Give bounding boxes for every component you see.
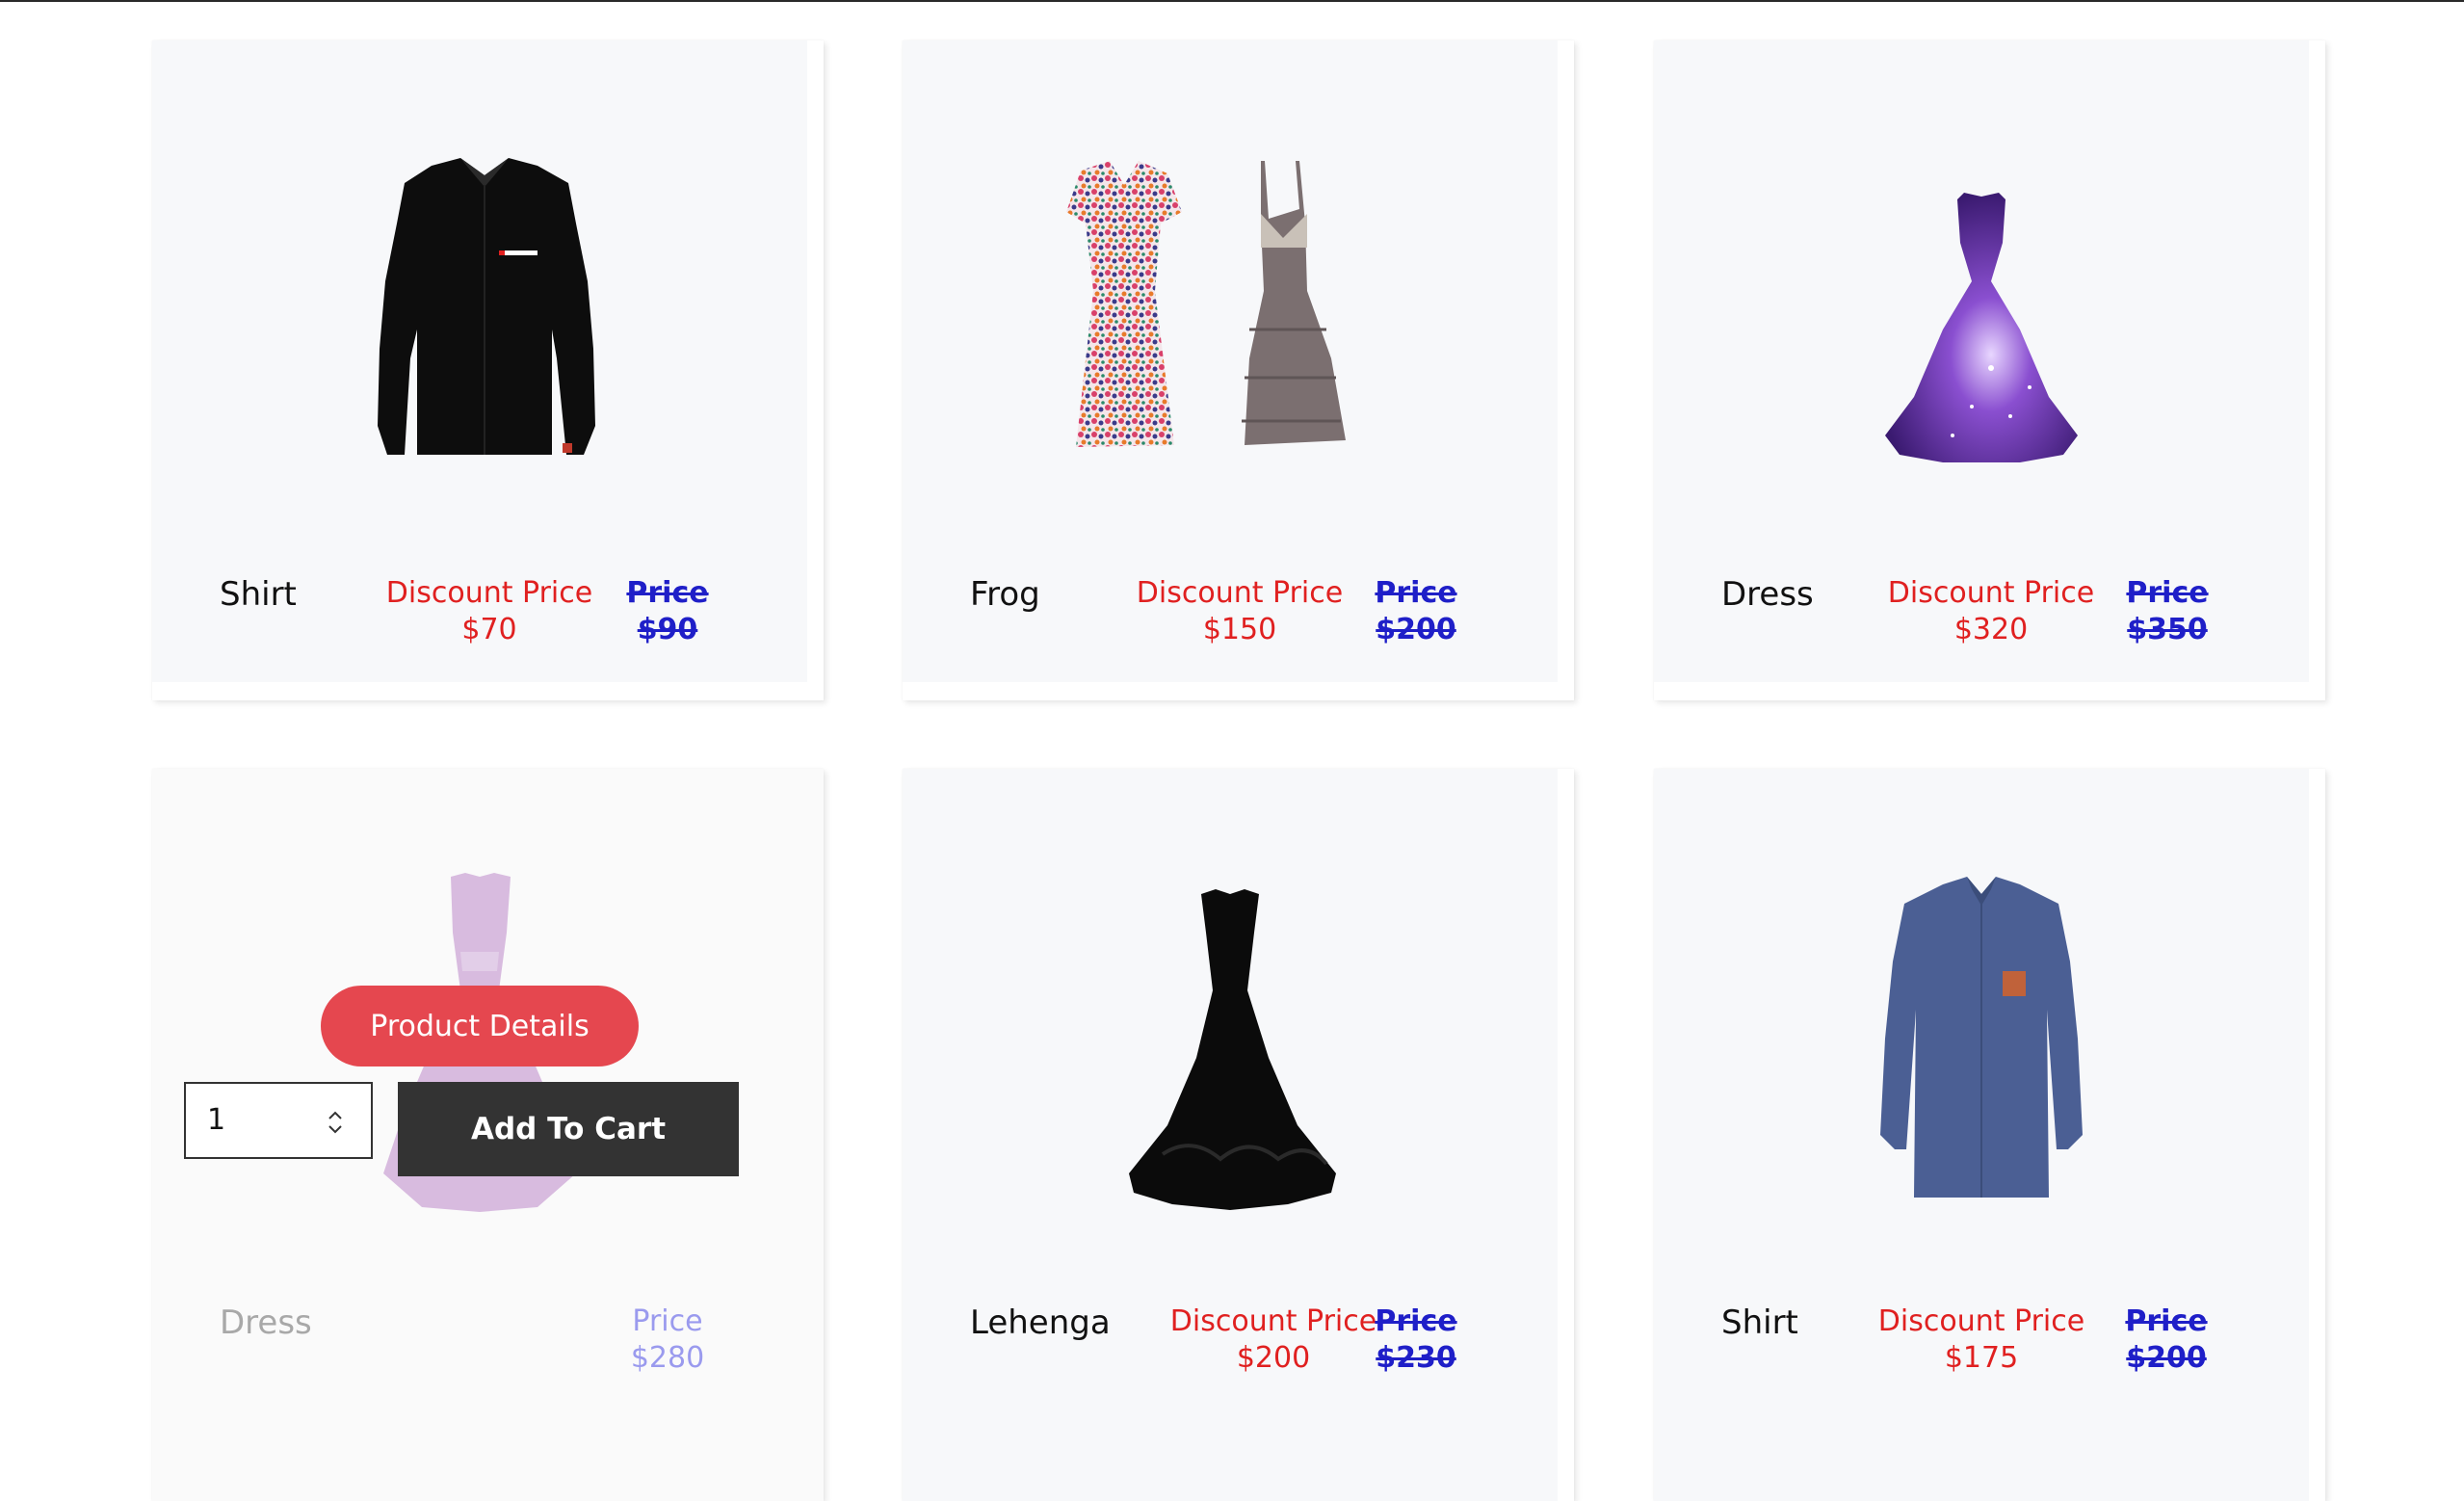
two-dresses-image[interactable] [903, 40, 1558, 541]
spinner-arrows-icon[interactable] [325, 1107, 346, 1138]
quantity-value: 1 [207, 1103, 226, 1137]
discount-price-block: Discount Price $150 [1114, 575, 1365, 648]
discount-price-label: Discount Price [385, 576, 593, 610]
product-name: Dress [1721, 575, 1814, 614]
add-to-cart-button[interactable]: Add To Cart [398, 1082, 739, 1176]
product-card-body: Shirt Discount Price $70 Price $90 [152, 40, 807, 682]
discount-price-block: Discount Price $70 [364, 575, 615, 648]
price-block: Price $280 [590, 1304, 745, 1377]
product-card-body: Dress Discount Price $320 Price $350 [1654, 40, 2309, 682]
original-price-block: Price $200 [2089, 1304, 2243, 1377]
price-label: Price [2126, 576, 2209, 610]
discount-price-label: Discount Price [1877, 1304, 2085, 1338]
product-card-body: Product Details 1 Add To Cart Dress Pric… [152, 769, 824, 1501]
product-name: Shirt [1721, 1304, 1798, 1342]
price-label: Price [1375, 576, 1457, 610]
product-card-body: Lehenga Discount Price $200 Price $230 [903, 769, 1558, 1501]
product-card[interactable]: Shirt Discount Price $175 Price $200 [1654, 769, 2325, 1501]
original-price-block: Price $350 [2090, 575, 2244, 648]
price-label: Price [632, 1304, 703, 1338]
quantity-stepper[interactable]: 1 [184, 1082, 373, 1159]
product-card[interactable]: Shirt Discount Price $70 Price $90 [152, 40, 824, 700]
price-value: $230 [1376, 1341, 1456, 1375]
price-label: Price [1375, 1304, 1457, 1338]
price-value: $90 [637, 613, 698, 646]
discount-price-value: $70 [461, 613, 517, 646]
original-price-block: Price $90 [590, 575, 745, 648]
discount-price-value: $175 [1944, 1341, 2019, 1375]
product-details-button[interactable]: Product Details [321, 986, 639, 1066]
product-card-body: Frog Discount Price $150 Price $200 [903, 40, 1558, 682]
discount-price-label: Discount Price [1136, 576, 1344, 610]
price-value: $200 [2126, 1341, 2207, 1375]
product-card[interactable]: Product Details 1 Add To Cart Dress Pric… [152, 769, 824, 1501]
product-name: Dress [220, 1304, 312, 1342]
price-label: Price [626, 576, 709, 610]
discount-price-block: Discount Price $320 [1866, 575, 2116, 648]
price-value: $200 [1376, 613, 1456, 646]
product-name: Shirt [220, 575, 297, 614]
product-card[interactable]: Dress Discount Price $320 Price $350 [1654, 40, 2325, 700]
black-shirt-image[interactable] [152, 40, 807, 541]
black-gown-image[interactable] [903, 769, 1558, 1270]
product-card[interactable]: Lehenga Discount Price $200 Price $230 [903, 769, 1574, 1501]
discount-price-value: $320 [1953, 613, 2029, 646]
price-value: $280 [630, 1341, 705, 1375]
product-card-body: Shirt Discount Price $175 Price $200 [1654, 769, 2309, 1501]
product-name: Lehenga [970, 1304, 1111, 1342]
product-card[interactable]: Frog Discount Price $150 Price $200 [903, 40, 1574, 700]
top-divider [0, 0, 2464, 2]
product-name: Frog [970, 575, 1040, 614]
discount-price-value: $150 [1202, 613, 1277, 646]
discount-price-block: Discount Price $175 [1856, 1304, 2107, 1377]
price-label: Price [2125, 1304, 2208, 1338]
discount-price-label: Discount Price [1887, 576, 2095, 610]
price-value: $350 [2127, 613, 2208, 646]
original-price-block: Price $200 [1339, 575, 1493, 648]
blue-shirt-image[interactable] [1654, 769, 2309, 1270]
galaxy-gown-image[interactable] [1654, 40, 2309, 541]
original-price-block: Price $230 [1339, 1304, 1493, 1377]
